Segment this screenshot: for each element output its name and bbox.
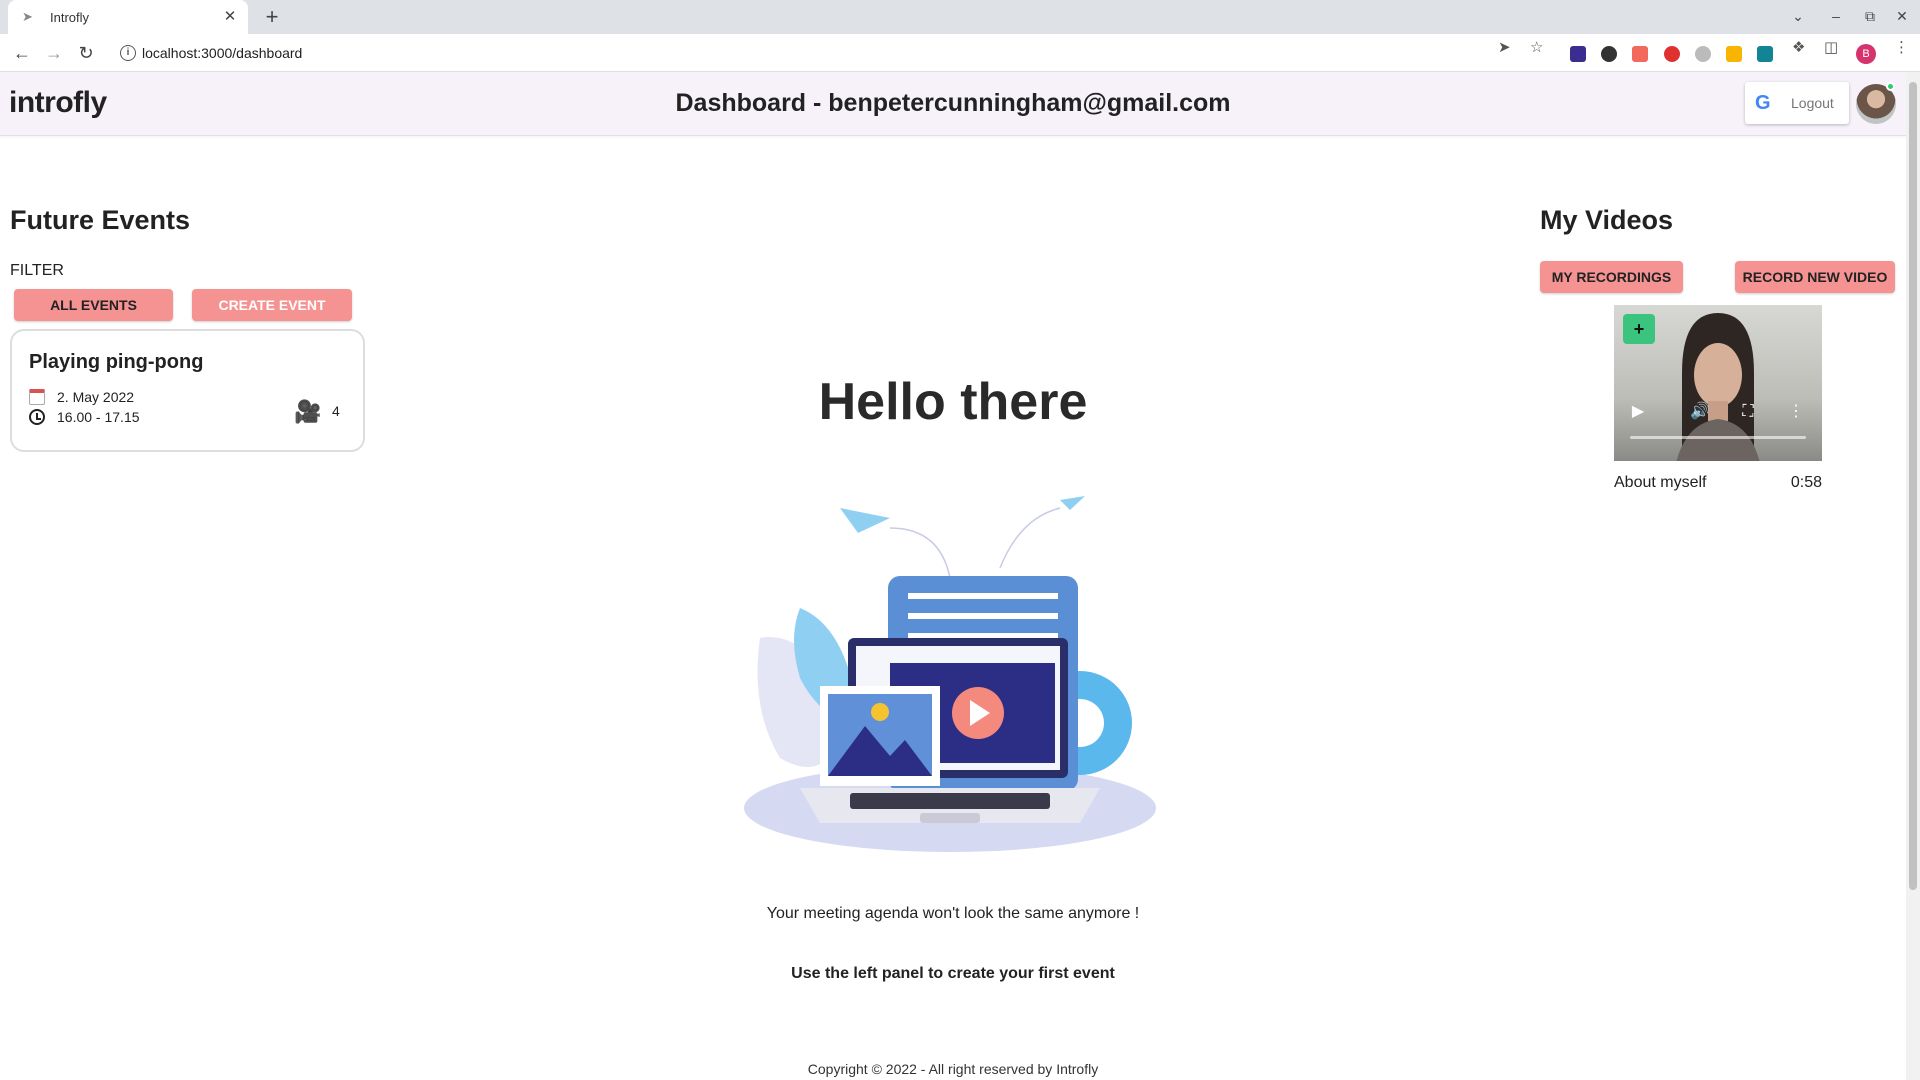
- scrollbar-thumb[interactable]: [1909, 82, 1917, 890]
- all-events-button[interactable]: ALL EVENTS: [14, 289, 173, 321]
- page-title: Dashboard - benpetercunningham@gmail.com: [675, 89, 1231, 117]
- add-video-button[interactable]: +: [1623, 314, 1655, 344]
- browser-tabstrip: ➤ Introfly ✕ + ⌄ – ⧉ ✕: [0, 0, 1920, 34]
- my-videos-title: My Videos: [1540, 205, 1674, 235]
- extension-icon[interactable]: [1601, 46, 1617, 62]
- logout-button[interactable]: G Logout: [1745, 82, 1849, 124]
- app-header: introfly Dashboard - benpetercunningham@…: [0, 72, 1906, 136]
- extension-icon[interactable]: [1570, 46, 1586, 62]
- send-icon[interactable]: ➤: [1498, 40, 1511, 56]
- my-recordings-button[interactable]: MY RECORDINGS: [1540, 261, 1683, 293]
- event-title: Playing ping-pong: [29, 351, 204, 373]
- google-icon: G: [1755, 91, 1771, 114]
- side-panel-icon[interactable]: ◫: [1824, 40, 1838, 56]
- restore-icon[interactable]: ⧉: [1858, 6, 1882, 26]
- profile-avatar[interactable]: B: [1856, 44, 1876, 64]
- address-bar[interactable]: i localhost:3000/dashboard: [110, 39, 1560, 67]
- video-progress-bar[interactable]: [1630, 436, 1806, 439]
- paper-plane-icon: ➤: [22, 9, 33, 24]
- tagline-text: Your meeting agenda won't look the same …: [766, 905, 1140, 922]
- browser-tab[interactable]: ➤ Introfly ✕: [8, 0, 248, 34]
- logout-label: Logout: [1791, 95, 1834, 111]
- url-text: localhost:3000/dashboard: [142, 45, 303, 61]
- filter-label: FILTER: [10, 262, 64, 279]
- close-tab-icon[interactable]: ✕: [222, 9, 238, 25]
- extensions-puzzle-icon[interactable]: ❖: [1792, 40, 1805, 56]
- online-status-dot: [1886, 82, 1895, 91]
- site-info-icon[interactable]: i: [120, 45, 136, 61]
- record-new-video-button[interactable]: RECORD NEW VIDEO: [1735, 261, 1895, 293]
- extension-icon[interactable]: [1757, 46, 1773, 62]
- browser-menu-icon[interactable]: ⋮: [1894, 40, 1909, 56]
- video-duration: 0:58: [1790, 474, 1822, 491]
- create-event-button[interactable]: CREATE EVENT: [192, 289, 352, 321]
- more-options-icon[interactable]: ⋮: [1786, 403, 1806, 421]
- footer-copyright: Copyright © 2022 - All right reserved by…: [807, 1061, 1099, 1077]
- minimize-icon[interactable]: –: [1824, 6, 1848, 26]
- fullscreen-icon[interactable]: ⛶: [1738, 403, 1758, 421]
- bookmark-star-icon[interactable]: ☆: [1530, 40, 1543, 56]
- future-events-title: Future Events: [10, 205, 191, 235]
- video-thumbnail-player[interactable]: + ▶ 🔊 ⛶ ⋮: [1614, 305, 1822, 461]
- create-first-event-hint: Use the left panel to create your first …: [791, 965, 1115, 982]
- page-scrollbar[interactable]: [1906, 72, 1920, 1080]
- extension-icon[interactable]: [1695, 46, 1711, 62]
- extension-icon[interactable]: [1664, 46, 1680, 62]
- close-window-icon[interactable]: ✕: [1890, 6, 1914, 26]
- reload-icon[interactable]: ↻: [74, 42, 98, 64]
- browser-toolbar: ← → ↻ i localhost:3000/dashboard ➤ ☆ ❖ ◫…: [0, 34, 1920, 72]
- video-meta: About myself 0:58: [1614, 474, 1822, 492]
- video-title: About myself: [1614, 474, 1707, 491]
- extension-icon[interactable]: [1632, 46, 1648, 62]
- forward-icon[interactable]: →: [42, 42, 66, 64]
- volume-icon[interactable]: 🔊: [1690, 403, 1710, 421]
- welcome-illustration: [744, 496, 1156, 852]
- tab-search-icon[interactable]: ⌄: [1786, 6, 1810, 26]
- play-icon[interactable]: ▶: [1628, 403, 1648, 421]
- tab-title: Introfly: [50, 9, 90, 25]
- extension-icon[interactable]: [1726, 46, 1742, 62]
- new-tab-button[interactable]: +: [260, 5, 284, 29]
- back-icon[interactable]: ←: [10, 42, 34, 64]
